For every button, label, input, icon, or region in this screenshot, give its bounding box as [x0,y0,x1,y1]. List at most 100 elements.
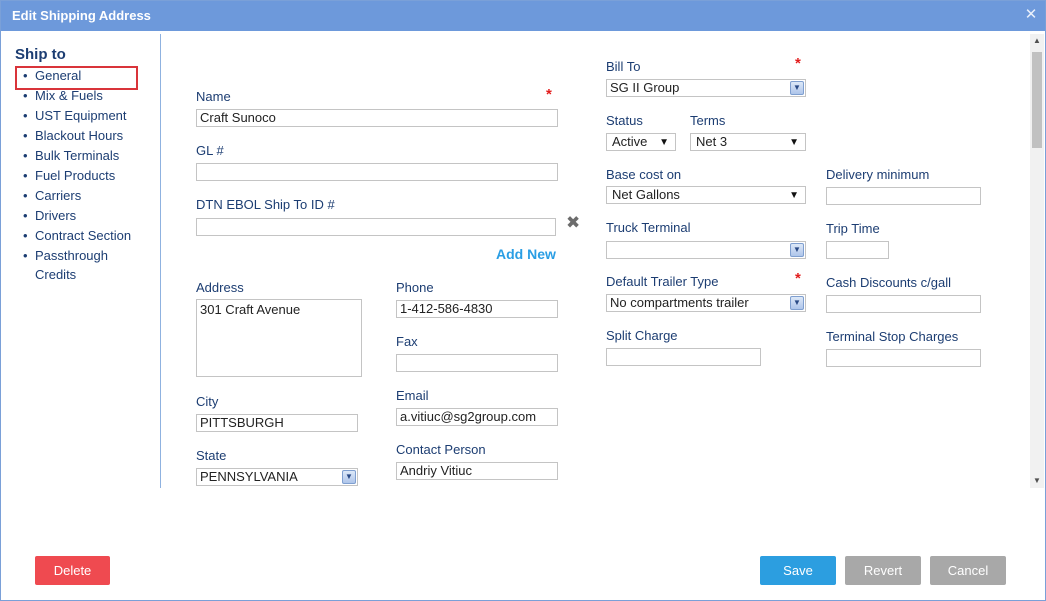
split-charge-field[interactable] [606,348,761,366]
vertical-divider [160,34,161,488]
bill-to-select[interactable]: SG II Group ▼ [606,79,806,97]
trailer-type-select[interactable]: No compartments trailer ▼ [606,294,806,312]
chevron-down-icon[interactable]: ▼ [790,296,804,310]
email-field[interactable]: a.vitiuc@sg2group.com [396,408,558,426]
sidebar-item-label: Blackout Hours [35,128,124,143]
state-value: PENNSYLVANIA [200,469,298,484]
bullet-icon: • [23,128,28,143]
gl-label: GL # [196,143,224,158]
trip-time-label: Trip Time [826,221,880,236]
trip-time-field[interactable] [826,241,889,259]
bullet-icon: • [23,88,28,103]
bill-to-label: Bill To [606,59,641,74]
status-select[interactable]: Active ▼ [606,133,676,151]
vertical-scrollbar[interactable]: ▲ ▼ [1030,34,1044,488]
name-label: Name [196,89,231,104]
delete-button[interactable]: Delete [35,556,110,585]
sidebar-title: Ship to [15,46,66,63]
bullet-icon: • [23,148,28,163]
clear-icon[interactable]: ✖ [566,214,582,231]
sidebar-nav: • General • Mix & Fuels • UST Equipment • Bl… [15,66,145,284]
sidebar-item-contract-section[interactable]: • Contract Section [15,226,145,246]
phone-label: Phone [396,280,434,295]
sidebar-item-bulk-terminals[interactable]: • Bulk Terminals [15,146,145,166]
revert-button[interactable]: Revert [845,556,921,585]
sidebar-item-label: Drivers [35,208,77,223]
truck-terminal-label: Truck Terminal [606,220,691,235]
sidebar-item-general[interactable]: • General [15,66,145,90]
terms-value: Net 3 [696,134,728,149]
split-charge-label: Split Charge [606,328,678,343]
status-label: Status [606,113,643,128]
bullet-icon: • [23,108,28,123]
save-button[interactable]: Save [760,556,836,585]
name-field[interactable]: Craft Sunoco [196,109,558,127]
edit-shipping-address-dialog: Edit Shipping Address ✕ Ship to • General… [0,0,1046,601]
sidebar-item-mix-fuels[interactable]: • Mix & Fuels [15,86,145,106]
add-new-link[interactable]: Add New [496,246,556,262]
sidebar-item-label: Mix & Fuels [35,88,103,103]
close-icon[interactable]: ✕ [1023,7,1039,23]
terms-label: Terms [690,113,726,128]
sidebar-item-label: Contract Section [35,228,132,243]
chevron-down-icon[interactable]: ▼ [790,243,804,257]
city-field[interactable]: PITTSBURGH [196,414,358,432]
bill-to-value: SG II Group [610,80,680,95]
sidebar-item-blackout-hours[interactable]: • Blackout Hours [15,126,145,146]
terminal-stop-field[interactable] [826,349,981,367]
gl-field[interactable] [196,163,558,181]
dropdown-arrow-icon[interactable]: ▼ [789,135,799,151]
sidebar-item-passthrough-credits[interactable]: • Passthrough Credits [15,246,145,284]
base-cost-label: Base cost on [606,167,682,182]
sidebar-item-label: Fuel Products [35,168,116,183]
sidebar-item-label: Carriers [35,188,82,203]
base-cost-select[interactable]: Net Gallons ▼ [606,186,806,204]
dropdown-arrow-icon[interactable]: ▼ [659,135,669,151]
dropdown-arrow-icon[interactable]: ▼ [789,188,799,204]
sidebar-item-label: UST Equipment [35,108,127,123]
chevron-down-icon[interactable]: ▼ [790,81,804,95]
phone-field[interactable]: 1-412-586-4830 [396,300,558,318]
sidebar-item-ust-equipment[interactable]: • UST Equipment [15,106,145,126]
state-select[interactable]: PENNSYLVANIA ▼ [196,468,358,486]
truck-terminal-select[interactable]: ▼ [606,241,806,259]
trailer-type-value: No compartments trailer [610,295,749,310]
cancel-button[interactable]: Cancel [930,556,1006,585]
bullet-icon: • [23,168,28,183]
scrollbar-thumb[interactable] [1032,52,1042,148]
address-field[interactable] [196,299,362,377]
title-bar: Edit Shipping Address ✕ [1,1,1045,31]
bullet-icon: • [23,188,28,203]
contact-field[interactable]: Andriy Vitiuc [396,462,558,480]
cash-discounts-label: Cash Discounts c/gall [826,275,951,290]
sidebar-item-label: Bulk Terminals [35,148,120,163]
required-icon: * [546,86,552,103]
cash-discounts-field[interactable] [826,295,981,313]
terms-select[interactable]: Net 3 ▼ [690,133,806,151]
terminal-stop-label: Terminal Stop Charges [826,329,959,344]
dtn-field[interactable] [196,218,556,236]
sidebar-item-drivers[interactable]: • Drivers [15,206,145,226]
bullet-icon: • [23,248,28,263]
email-label: Email [396,388,429,403]
bullet-icon: • [23,228,28,243]
address-label: Address [196,280,244,295]
dtn-label: DTN EBOL Ship To ID # [196,197,335,212]
city-label: City [196,394,219,409]
contact-label: Contact Person [396,442,486,457]
scroll-up-icon[interactable]: ▲ [1030,34,1044,48]
bullet-icon: • [23,208,28,223]
state-label: State [196,448,227,463]
delivery-minimum-label: Delivery minimum [826,167,930,182]
required-icon: * [795,270,801,287]
delivery-minimum-field[interactable] [826,187,981,205]
bullet-icon: • [23,68,28,83]
required-icon: * [795,55,801,72]
sidebar-item-fuel-products[interactable]: • Fuel Products [15,166,145,186]
fax-field[interactable] [396,354,558,372]
sidebar-item-label: Passthrough Credits [35,248,108,282]
scroll-down-icon[interactable]: ▼ [1030,474,1044,488]
status-value: Active [612,134,648,149]
sidebar-item-carriers[interactable]: • Carriers [15,186,145,206]
chevron-down-icon[interactable]: ▼ [342,470,356,484]
